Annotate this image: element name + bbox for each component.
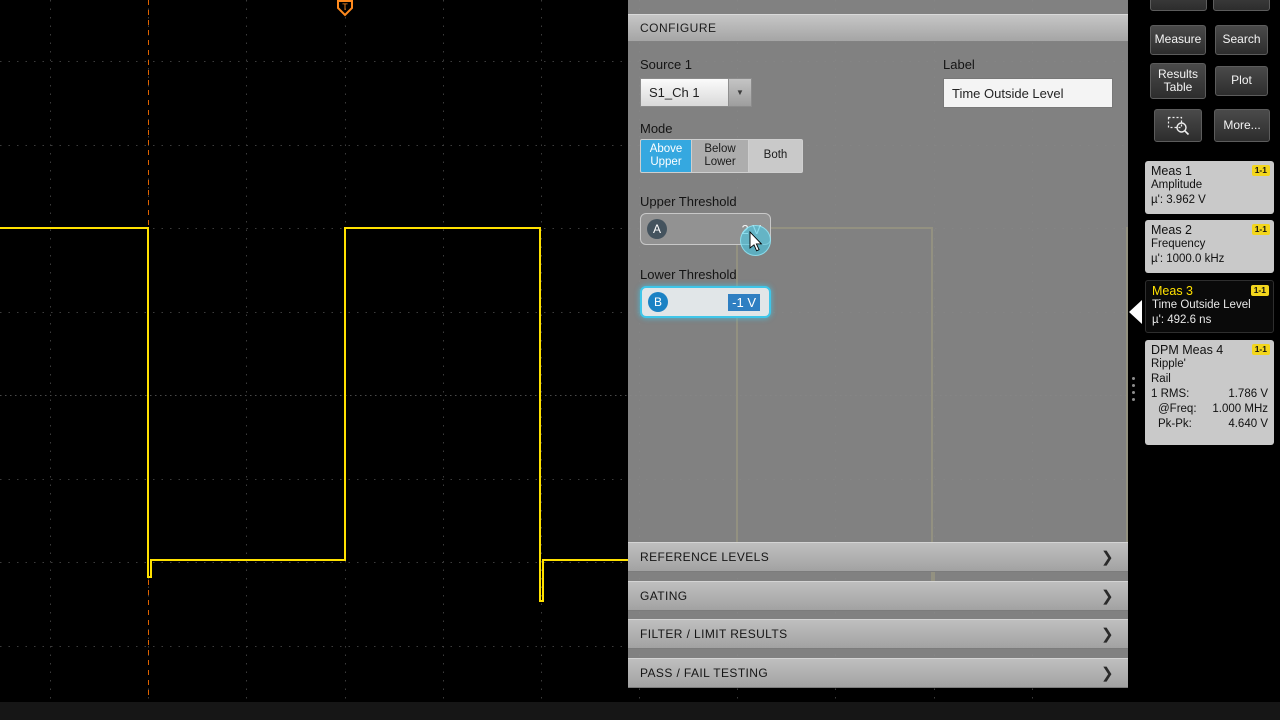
upper-threshold-label: Upper Threshold — [640, 194, 737, 209]
meas3-name: Time Outside Level — [1152, 298, 1267, 313]
mode-above-line1: Above — [650, 143, 683, 156]
chevron-right-icon: ❯ — [1101, 664, 1114, 682]
filter-limit-results-section[interactable]: FILTER / LIMIT RESULTS ❯ — [628, 619, 1128, 649]
configure-section-header[interactable]: CONFIGURE — [628, 14, 1128, 42]
threshold-b-badge: B — [648, 292, 668, 312]
dpm-pkpk-row: Pk-Pk: 4.640 V — [1151, 417, 1268, 432]
results-rail: Cursors Callout Measure Search Results T… — [1128, 0, 1280, 720]
filter-limit-results-label: FILTER / LIMIT RESULTS — [640, 627, 788, 641]
dpm-pkpk-label: Pk-Pk: — [1158, 417, 1192, 432]
meas1-name: Amplitude — [1151, 178, 1268, 193]
meas2-badge[interactable]: Meas 2 1-1 Frequency µ': 1000.0 kHz — [1145, 220, 1274, 273]
mode-label: Mode — [640, 121, 673, 136]
callout-button[interactable]: Callout — [1213, 0, 1270, 11]
reference-levels-section[interactable]: REFERENCE LEVELS ❯ — [628, 542, 1128, 572]
dpm-rms-value: 1.786 V — [1228, 387, 1268, 402]
dpm-meas4-rail: Rail — [1151, 372, 1268, 387]
chevron-right-icon: ❯ — [1101, 548, 1114, 566]
selected-badge-pointer-icon — [1129, 300, 1142, 324]
meas3-mean: µ': 492.6 ns — [1152, 313, 1267, 328]
dpm-freq-value: 1.000 MHz — [1212, 402, 1268, 417]
chevron-right-icon: ❯ — [1101, 587, 1114, 605]
meas1-source-tag: 1-1 — [1252, 165, 1270, 176]
zoom-icon — [1167, 116, 1190, 136]
mode-below-line2: Lower — [704, 156, 735, 169]
threshold-a-badge: A — [647, 219, 667, 239]
dropdown-arrow-icon[interactable]: ▼ — [728, 79, 751, 106]
pass-fail-testing-label: PASS / FAIL TESTING — [640, 666, 768, 680]
dpm-meas4-title: DPM Meas 4 — [1151, 343, 1268, 357]
drawer-handle[interactable] — [1132, 377, 1135, 401]
meas2-name: Frequency — [1151, 237, 1268, 252]
measure-config-panel: CONFIGURE Source 1 S1_Ch 1 ▼ Label Time … — [628, 0, 1128, 688]
mode-below-line1: Below — [704, 143, 735, 156]
meas2-title: Meas 2 — [1151, 223, 1268, 237]
dpm-meas4-name: Ripple' — [1151, 357, 1268, 372]
dpm-rms-label: 1 RMS: — [1151, 387, 1189, 402]
oscilloscope-screen: T CONFIGURE Source 1 S1_Ch 1 ▼ Label Tim… — [0, 0, 1280, 720]
results-table-button[interactable]: Results Table — [1150, 63, 1206, 99]
label-field-label: Label — [943, 57, 975, 72]
dpm-meas4-source-tag: 1-1 — [1252, 344, 1270, 355]
zoom-button[interactable] — [1154, 109, 1202, 142]
plot-button[interactable]: Plot — [1215, 66, 1268, 96]
mode-above-upper-button[interactable]: Above Upper — [640, 139, 692, 173]
reference-levels-label: REFERENCE LEVELS — [640, 550, 769, 564]
mode-below-lower-button[interactable]: Below Lower — [692, 139, 749, 173]
measurement-label-input[interactable]: Time Outside Level — [943, 78, 1113, 108]
cursors-button[interactable]: Cursors — [1150, 0, 1207, 11]
source1-dropdown[interactable]: S1_Ch 1 ▼ — [640, 78, 752, 107]
gating-label: GATING — [640, 589, 688, 603]
pass-fail-testing-section[interactable]: PASS / FAIL TESTING ❯ — [628, 658, 1128, 688]
lower-threshold-value[interactable]: -1 V — [728, 294, 760, 311]
meas1-badge[interactable]: Meas 1 1-1 Amplitude µ': 3.962 V — [1145, 161, 1274, 214]
meas2-source-tag: 1-1 — [1252, 224, 1270, 235]
lower-threshold-label: Lower Threshold — [640, 267, 737, 282]
source1-label: Source 1 — [640, 57, 692, 72]
chevron-right-icon: ❯ — [1101, 625, 1114, 643]
trigger-marker-letter: T — [342, 2, 348, 12]
bottom-status-strip — [0, 702, 1280, 720]
meas1-title: Meas 1 — [1151, 164, 1268, 178]
meas3-title: Meas 3 — [1152, 284, 1267, 298]
mode-button-group: Above Upper Below Lower Both — [640, 139, 803, 173]
meas1-mean: µ': 3.962 V — [1151, 193, 1268, 208]
more-button[interactable]: More... — [1214, 109, 1270, 142]
dpm-meas4-badge[interactable]: DPM Meas 4 1-1 Ripple' Rail 1 RMS: 1.786… — [1145, 340, 1274, 445]
mouse-cursor-icon — [749, 231, 763, 252]
measure-button[interactable]: Measure — [1150, 25, 1206, 55]
meas2-mean: µ': 1000.0 kHz — [1151, 252, 1268, 267]
mode-both-label: Both — [764, 149, 788, 162]
gating-section[interactable]: GATING ❯ — [628, 581, 1128, 611]
meas3-badge[interactable]: Meas 3 1-1 Time Outside Level µ': 492.6 … — [1145, 280, 1274, 333]
lower-threshold-input[interactable]: B -1 V — [640, 286, 771, 318]
source1-value: S1_Ch 1 — [641, 79, 728, 106]
mode-above-line2: Upper — [650, 156, 681, 169]
meas3-source-tag: 1-1 — [1251, 285, 1269, 296]
dpm-freq-row: @Freq: 1.000 MHz — [1151, 402, 1268, 417]
dpm-freq-label: @Freq: — [1158, 402, 1197, 417]
dpm-rms-row: 1 RMS: 1.786 V — [1151, 387, 1268, 402]
mode-both-button[interactable]: Both — [749, 139, 803, 173]
search-button[interactable]: Search — [1215, 25, 1268, 55]
dpm-pkpk-value: 4.640 V — [1228, 417, 1268, 432]
